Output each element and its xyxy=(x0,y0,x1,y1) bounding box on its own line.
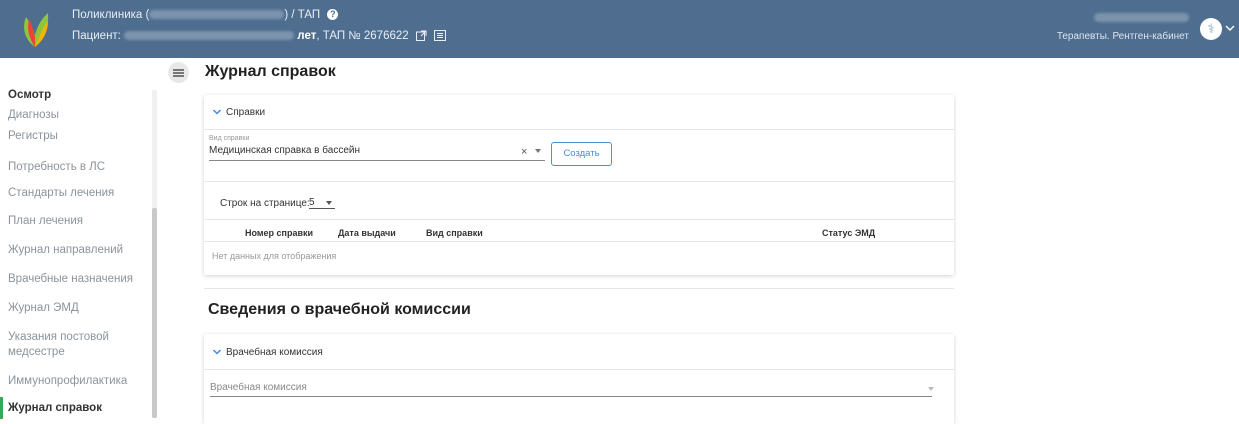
create-button[interactable]: Создать xyxy=(551,142,612,166)
certificate-type-label: Вид справки xyxy=(209,135,250,142)
commission-card-header[interactable]: Врачебная комиссия xyxy=(204,334,954,370)
sidebar-item-certificates-journal[interactable]: Журнал справок xyxy=(8,401,102,416)
sidebar-scrollbar-thumb[interactable] xyxy=(152,208,157,418)
rows-per-page-label: Строк на странице: xyxy=(220,198,310,209)
age-suffix: лет xyxy=(297,30,317,42)
tap-number: , ТАП № 2676622 xyxy=(316,30,409,42)
page-title: Журнал справок xyxy=(205,63,336,80)
sidebar-item-nurse-instructions[interactable]: Указания постовой медсестре xyxy=(8,330,123,360)
rows-per-page-row: Строк на странице: 5 xyxy=(204,181,954,220)
clinic-name-redacted xyxy=(149,10,285,20)
commission-field-row: Врачебная комиссия xyxy=(204,369,954,424)
patient-label: Пациент: xyxy=(72,30,121,42)
column-header[interactable]: Вид справки xyxy=(426,228,483,238)
sidebar-item-osmotr[interactable]: Осмотр xyxy=(8,88,51,103)
sidebar-item-drug-needs[interactable]: Потребность в ЛС xyxy=(8,160,105,175)
certificates-card-header[interactable]: Справки xyxy=(204,95,954,130)
active-item-indicator xyxy=(0,397,3,419)
sidebar-item-treatment-standards[interactable]: Стандарты лечения xyxy=(8,186,114,201)
clinic-label: Поликлиника ( xyxy=(72,9,150,21)
certificate-type-underline xyxy=(209,160,545,161)
commission-select[interactable]: Врачебная комиссия xyxy=(210,382,307,393)
sidebar-item-treatment-plan[interactable]: План лечения xyxy=(8,214,83,229)
table-empty-row: Нет данных для отображения xyxy=(204,241,954,275)
sidebar-item-immunoprophylaxis[interactable]: Иммунопрофилактика xyxy=(8,374,127,389)
sidebar-item-referrals-journal[interactable]: Журнал направлений xyxy=(8,243,123,258)
clinic-line: Поликлиника ( ) / ТАП ? xyxy=(72,9,339,21)
no-data-message: Нет данных для отображения xyxy=(212,251,337,261)
app-header: Поликлиника ( ) / ТАП ? Пациент: лет, ТАП… xyxy=(0,0,1239,58)
dropdown-arrow-icon[interactable] xyxy=(928,387,934,391)
certificates-card: Справки Вид справки Медицинская справка … xyxy=(204,95,954,275)
user-role: Терапевты. Рентген-кабинет xyxy=(1056,31,1189,42)
clinic-logo-icon xyxy=(24,13,49,47)
medical-card-icon[interactable] xyxy=(434,30,447,42)
column-header[interactable]: Статус ЭМД xyxy=(822,228,875,238)
user-menu-chevron-icon[interactable] xyxy=(1224,22,1236,34)
sidebar-item-diagnoses[interactable]: Диагнозы xyxy=(8,108,59,123)
commission-title: Сведения о врачебной комиссии xyxy=(208,301,471,318)
table-header-row: Номер справки Дата выдачи Вид справки Ст… xyxy=(204,219,954,242)
sidebar-nav: Осмотр Диагнозы Регистры Потребность в Л… xyxy=(0,58,160,419)
rows-dropdown-arrow-icon[interactable] xyxy=(326,201,332,205)
clinic-suffix: ) / ТАП xyxy=(284,9,321,21)
dropdown-arrow-icon[interactable] xyxy=(535,149,541,153)
user-name-redacted xyxy=(1094,13,1189,22)
certificate-type-select[interactable]: Медицинская справка в бассейн xyxy=(209,145,360,156)
menu-line xyxy=(173,72,184,74)
certificates-section-title: Справки xyxy=(226,107,266,118)
sidebar-item-registers[interactable]: Регистры xyxy=(8,129,58,144)
commission-select-underline xyxy=(210,396,932,397)
user-avatar-icon[interactable]: ⚕ xyxy=(1200,18,1222,40)
help-icon[interactable]: ? xyxy=(327,9,339,21)
menu-toggle-button[interactable] xyxy=(168,62,189,83)
open-external-icon[interactable] xyxy=(415,30,427,42)
clear-icon[interactable]: × xyxy=(521,146,527,158)
certificate-create-row: Вид справки Медицинская справка в бассей… xyxy=(204,129,954,182)
section-divider xyxy=(204,288,954,289)
chevron-down-icon[interactable] xyxy=(212,107,222,117)
patient-name-redacted xyxy=(124,31,295,41)
menu-line xyxy=(173,69,184,71)
sidebar-item-emd-journal[interactable]: Журнал ЭМД xyxy=(8,301,79,316)
column-header[interactable]: Номер справки xyxy=(245,228,313,238)
patient-line: Пациент: лет, ТАП № 2676622 xyxy=(72,30,447,42)
sidebar-item-prescriptions[interactable]: Врачебные назначения xyxy=(8,272,133,287)
commission-section-title: Врачебная комиссия xyxy=(226,347,323,358)
chevron-down-icon[interactable] xyxy=(212,347,222,357)
menu-line xyxy=(173,75,184,77)
commission-card: Врачебная комиссия Врачебная комиссия xyxy=(204,334,954,424)
column-header[interactable]: Дата выдачи xyxy=(338,228,396,238)
